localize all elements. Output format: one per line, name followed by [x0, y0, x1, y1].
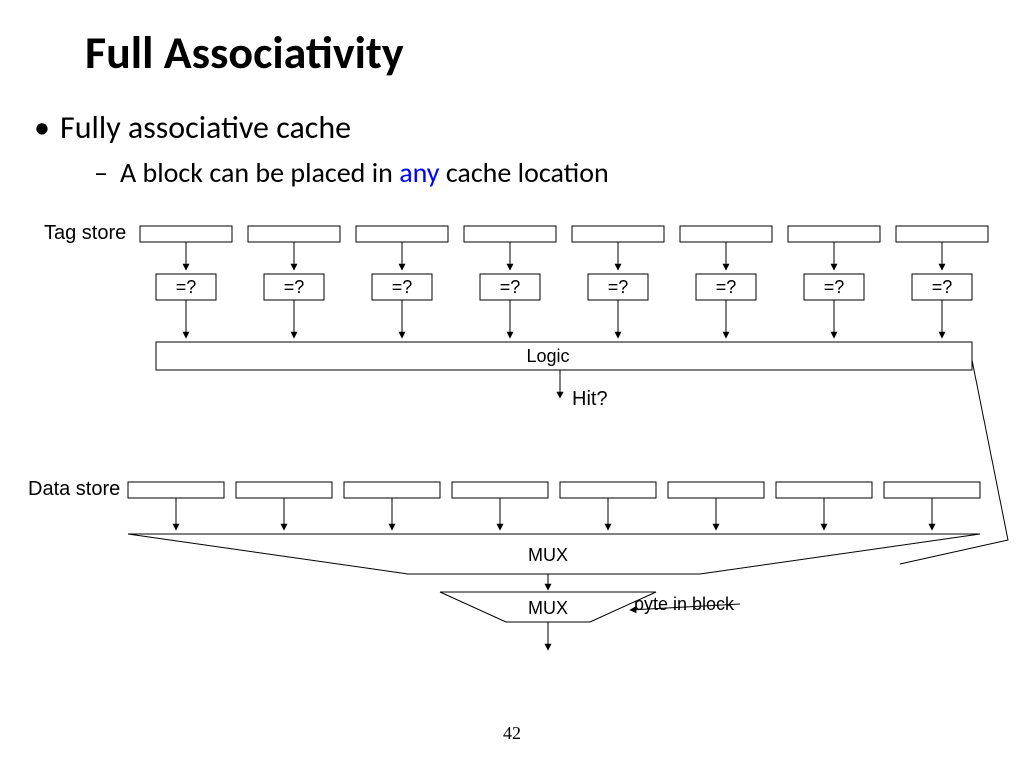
- data-to-mux-arrows: [176, 498, 932, 530]
- mux2-label: MUX: [528, 598, 568, 618]
- mux1-label: MUX: [528, 545, 568, 565]
- page-number: 42: [0, 723, 1024, 744]
- comp-label-2: =?: [284, 277, 305, 297]
- comp-label-6: =?: [716, 277, 737, 297]
- comp-label-1: =?: [176, 277, 197, 297]
- tag-store-row: [140, 226, 988, 242]
- comp-label-5: =?: [608, 277, 629, 297]
- tag-to-comp-arrows: [186, 242, 942, 270]
- comp-label-7: =?: [824, 277, 845, 297]
- comp-label-3: =?: [392, 277, 413, 297]
- logic-to-mux1-line: [900, 360, 1008, 564]
- comp-label-8: =?: [932, 277, 953, 297]
- logic-label: Logic: [526, 346, 569, 366]
- comp-label-4: =?: [500, 277, 521, 297]
- diagram-svg: =? =? =? =? =? =? =? =?: [0, 0, 1024, 768]
- comparator-row: =? =? =? =? =? =? =? =?: [156, 274, 972, 300]
- comp-to-logic-arrows: [186, 300, 942, 338]
- byte-to-mux2-arrow: [630, 604, 740, 610]
- data-store-row: [128, 482, 980, 498]
